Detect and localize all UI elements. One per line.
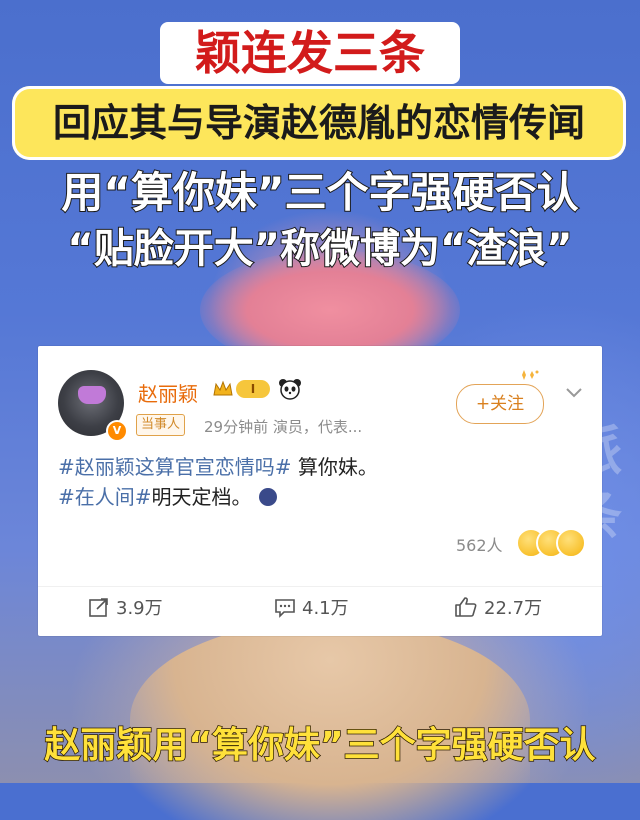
chevron-down-icon[interactable] [564,386,584,400]
share-count: 3.9万 [116,598,163,619]
comment-count: 4.1万 [302,598,349,619]
share-button[interactable]: 3.9万 [88,595,163,623]
topic-link[interactable]: #赵丽颖这算官宣恋情吗# [58,455,292,479]
avatar-hat-decoration [78,386,106,404]
follow-button[interactable]: +关注 [456,384,544,424]
grinning-emoji-icon [556,528,586,558]
username[interactable]: 赵丽颖 [138,378,198,407]
comment-icon [275,599,295,618]
level-badge: I [236,380,270,398]
crown-icon [213,380,233,396]
verified-badge-icon: V [108,422,126,440]
topic-link[interactable]: #在人间# [58,485,152,509]
caption-banner-text: 回应其与导演赵德胤的恋情传闻 [52,101,585,145]
reactions-count: 562人 [456,536,503,555]
sparkle-icon [522,370,539,380]
post-line-1: #赵丽颖这算官宣恋情吗# 算你妹。 [58,452,588,482]
action-bar: 3.9万 4.1万 22.7万 [38,586,602,627]
post-body: #赵丽颖这算官宣恋情吗# 算你妹。 #在人间#明天定档。 [58,452,588,512]
caption-bottom: 赵丽颖用“算你妹”三个字强硬否认 [44,724,597,767]
caption-banner: 回应其与导演赵德胤的恋情传闻 [12,86,626,160]
post-text-1: 算你妹。 [291,455,378,479]
reaction-emoji-stack[interactable] [516,528,586,558]
post-meta: 29分钟前 演员，代表... [204,418,363,436]
post-text-2: 明天定档。 [151,485,252,509]
like-button[interactable]: 22.7万 [454,595,542,623]
role-tag: 当事人 [136,414,186,436]
weibo-post-card: V 赵丽颖 I 当事人 29分钟前 演员，代表... +关注 #赵丽颖这算官宣恋… [38,346,602,636]
share-icon [89,598,108,617]
like-count: 22.7万 [484,598,543,619]
panda-icon [279,379,301,400]
caption-line-2: 用“算你妹”三个字强硬否认 [60,167,579,218]
moon-emoji-icon [258,488,277,506]
caption-top: 颖连发三条 [160,22,460,84]
thumbs-up-icon [455,597,477,617]
post-line-2: #在人间#明天定档。 [58,482,588,512]
caption-line-3: “贴脸开大”称微博为“渣浪” [66,225,573,273]
comment-button[interactable]: 4.1万 [274,595,349,623]
